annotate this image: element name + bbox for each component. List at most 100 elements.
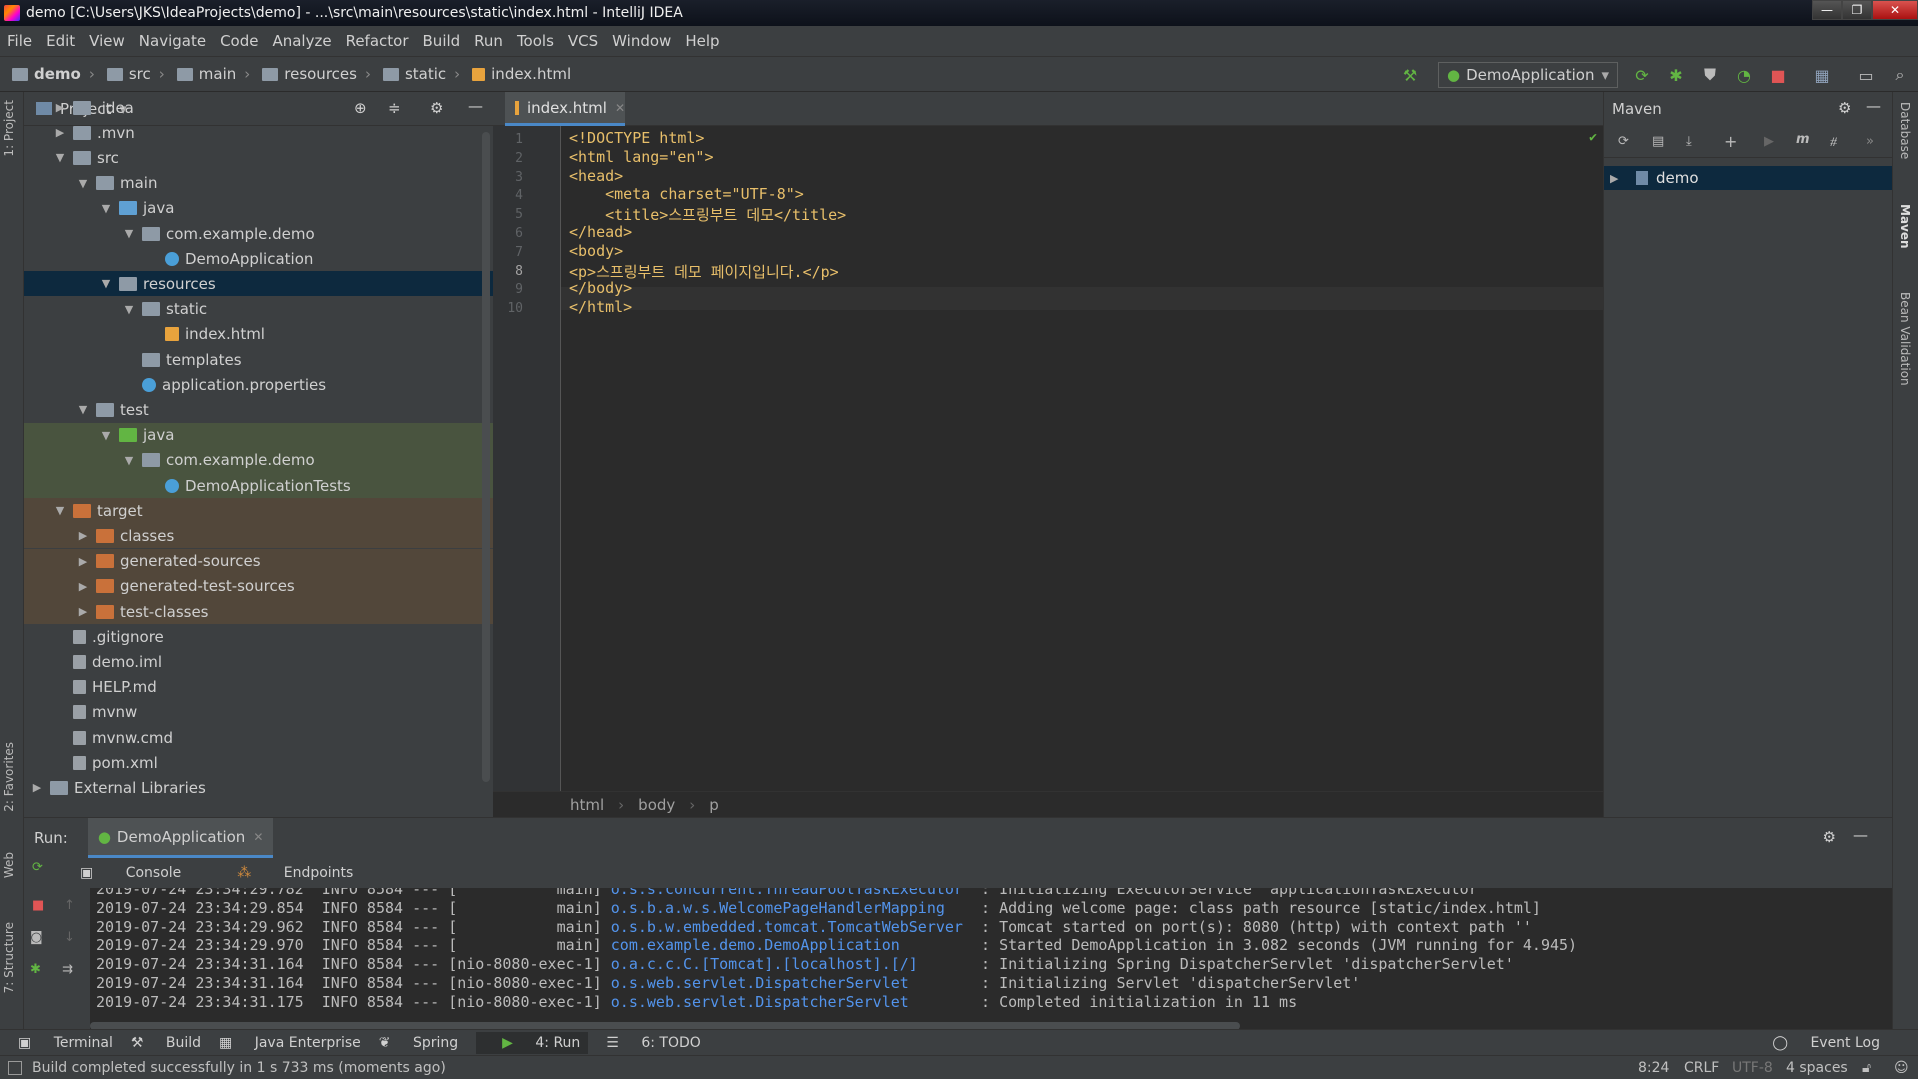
tree-item[interactable]: mvnw.cmd xyxy=(24,725,493,750)
project-tool-tab[interactable]: 1: Project xyxy=(2,100,16,157)
collapse-arrow-icon[interactable]: ▼ xyxy=(99,202,113,215)
collapse-arrow-icon[interactable]: ▼ xyxy=(99,429,113,442)
project-structure-icon[interactable]: ▦ xyxy=(1812,65,1832,85)
console-output[interactable]: 2019-07-24 23:34:29.782 INFO 8584 --- [ … xyxy=(90,888,1892,1030)
more-icon[interactable]: » xyxy=(1866,134,1874,149)
add-icon[interactable]: + xyxy=(1724,132,1737,151)
download-icon[interactable]: ⤓ xyxy=(1686,134,1692,149)
code-line[interactable]: <!DOCTYPE html> xyxy=(569,129,704,147)
hide-icon[interactable]: — xyxy=(1866,97,1881,115)
camera-icon[interactable]: ◙ xyxy=(30,930,43,945)
expand-arrow-icon[interactable]: ▶ xyxy=(53,126,67,139)
code-line[interactable]: <body> xyxy=(569,242,623,260)
hide-icon[interactable]: — xyxy=(1853,826,1868,844)
tree-item[interactable]: ▶ External Libraries xyxy=(24,775,493,800)
tree-item[interactable]: ▼ src xyxy=(24,145,493,170)
menu-navigate[interactable]: Navigate xyxy=(139,32,206,50)
breadcrumb-static[interactable]: static › xyxy=(382,65,460,83)
gear-icon[interactable]: ⚙ xyxy=(1823,828,1836,846)
build-tool-button[interactable]: ⚒ Build xyxy=(131,1035,201,1051)
menu-build[interactable]: Build xyxy=(423,32,461,50)
log-logger[interactable]: o.s.b.w.embedded.tomcat.TomcatWebServer xyxy=(611,918,972,936)
tree-item[interactable]: ▼ com.example.demo xyxy=(24,221,493,246)
tree-scrollbar[interactable] xyxy=(482,132,490,782)
web-tool-tab[interactable]: Web xyxy=(2,852,16,878)
collapse-arrow-icon[interactable]: ▼ xyxy=(76,403,90,416)
lock-icon[interactable]: 🔓︎ xyxy=(1862,1060,1871,1076)
rerun-icon[interactable]: ⟳ xyxy=(1632,65,1652,85)
menu-edit[interactable]: Edit xyxy=(46,32,75,50)
code-editor[interactable]: ✔ <!DOCTYPE html> <html lang="en"> <head> … xyxy=(561,126,1603,791)
tree-item[interactable]: templates xyxy=(24,347,493,372)
code-line[interactable]: <meta charset="UTF-8"> xyxy=(569,185,804,203)
tree-item[interactable]: .gitignore xyxy=(24,624,493,649)
terminal-tool-button[interactable]: ▣ Terminal xyxy=(18,1035,113,1051)
search-icon[interactable]: ⌕ xyxy=(1890,65,1910,85)
expand-arrow-icon[interactable]: ▶ xyxy=(30,781,44,794)
bean-validation-tool-tab[interactable]: Bean Validation xyxy=(1898,292,1912,386)
tree-item[interactable]: application.properties xyxy=(24,372,493,397)
maven-tool-tab[interactable]: Maven xyxy=(1898,204,1912,249)
crumb-body[interactable]: body xyxy=(638,796,675,814)
tree-item[interactable]: HELP.md xyxy=(24,675,493,700)
collapse-arrow-icon[interactable]: ▼ xyxy=(122,227,136,240)
coverage-icon[interactable]: ⛊ xyxy=(1700,65,1720,85)
tree-item[interactable]: ▶ classes xyxy=(24,523,493,549)
toggle-tool-windows-icon[interactable] xyxy=(8,1060,22,1075)
menu-view[interactable]: View xyxy=(89,32,125,50)
breadcrumb-main[interactable]: main › xyxy=(176,65,250,83)
expand-arrow-icon[interactable]: ▶ xyxy=(76,555,90,568)
stop-icon[interactable]: ■ xyxy=(1768,65,1788,85)
up-arrow-icon[interactable]: ↑ xyxy=(64,898,75,913)
presentation-icon[interactable]: ▭ xyxy=(1856,65,1876,85)
expand-arrow-icon[interactable]: ▶ xyxy=(1610,172,1628,185)
file-encoding[interactable]: UTF-8 xyxy=(1732,1060,1773,1076)
stop-icon[interactable]: ■ xyxy=(32,898,44,913)
tree-item[interactable]: ▼ com.example.demo xyxy=(24,447,493,473)
close-tab-icon[interactable]: ✕ xyxy=(253,830,263,844)
todo-tool-button[interactable]: ☰ 6: TODO xyxy=(606,1035,700,1051)
run-configuration-select[interactable]: ● DemoApplication ▾ xyxy=(1438,62,1618,88)
run-tab-demoapplication[interactable]: ● DemoApplication ✕ xyxy=(87,818,274,858)
code-line[interactable]: <head> xyxy=(569,167,623,185)
java-enterprise-tool-button[interactable]: ▦ Java Enterprise xyxy=(219,1035,361,1051)
menu-analyze[interactable]: Analyze xyxy=(272,32,331,50)
tree-item[interactable]: demo.iml xyxy=(24,649,493,674)
line-separator[interactable]: CRLF xyxy=(1684,1060,1719,1076)
skip-tests-icon[interactable]: ⧣ xyxy=(1830,134,1837,149)
menu-run[interactable]: Run xyxy=(474,32,503,50)
code-line[interactable]: </head> xyxy=(569,223,632,241)
crumb-p[interactable]: p xyxy=(709,796,719,814)
log-logger[interactable]: o.s.web.servlet.DispatcherServlet xyxy=(611,993,972,1011)
spring-tool-button[interactable]: ❦ Spring xyxy=(379,1035,458,1051)
menu-file[interactable]: File xyxy=(7,32,32,50)
menu-window[interactable]: Window xyxy=(612,32,671,50)
soft-wrap-icon[interactable]: ⇉ xyxy=(62,962,73,977)
tree-item[interactable]: ▼ static xyxy=(24,297,493,322)
breadcrumb-src[interactable]: src › xyxy=(106,65,165,83)
code-line[interactable]: </html> xyxy=(569,298,632,316)
collapse-arrow-icon[interactable]: ▼ xyxy=(76,177,90,190)
console-tab[interactable]: ▣ Console xyxy=(80,865,209,881)
profile-icon[interactable]: ◔ xyxy=(1734,65,1754,85)
collapse-arrow-icon[interactable]: ▼ xyxy=(122,454,136,467)
down-arrow-icon[interactable]: ↓ xyxy=(64,930,75,945)
rerun-icon[interactable]: ⟳ xyxy=(32,860,43,875)
gear-icon[interactable]: ⚙ xyxy=(1838,99,1851,117)
favorites-tool-tab[interactable]: 2: Favorites xyxy=(2,742,16,812)
tree-item[interactable]: index.html xyxy=(24,322,493,347)
tree-item[interactable]: ▶ generated-test-sources xyxy=(24,573,493,599)
tree-item[interactable]: ▼ target xyxy=(24,498,493,524)
tree-item[interactable]: ▼ java xyxy=(24,196,493,221)
run-tool-button[interactable]: ▶ 4: Run xyxy=(476,1031,589,1054)
maven-project-demo[interactable]: ▶ demo xyxy=(1604,166,1893,190)
log-logger[interactable]: o.s.b.a.w.s.WelcomePageHandlerMapping xyxy=(611,899,972,917)
database-tool-tab[interactable]: Database xyxy=(1898,102,1912,159)
expand-arrow-icon[interactable]: ▶ xyxy=(76,605,90,618)
tree-item[interactable]: ▶ test-classes xyxy=(24,599,493,624)
tree-item[interactable]: DemoApplicationTests xyxy=(24,473,493,498)
expand-arrow-icon[interactable]: ▶ xyxy=(53,101,67,114)
collapse-arrow-icon[interactable]: ▼ xyxy=(99,277,113,290)
run-icon[interactable]: ▶ xyxy=(1764,134,1774,149)
code-line[interactable]: <html lang="en"> xyxy=(569,148,714,166)
